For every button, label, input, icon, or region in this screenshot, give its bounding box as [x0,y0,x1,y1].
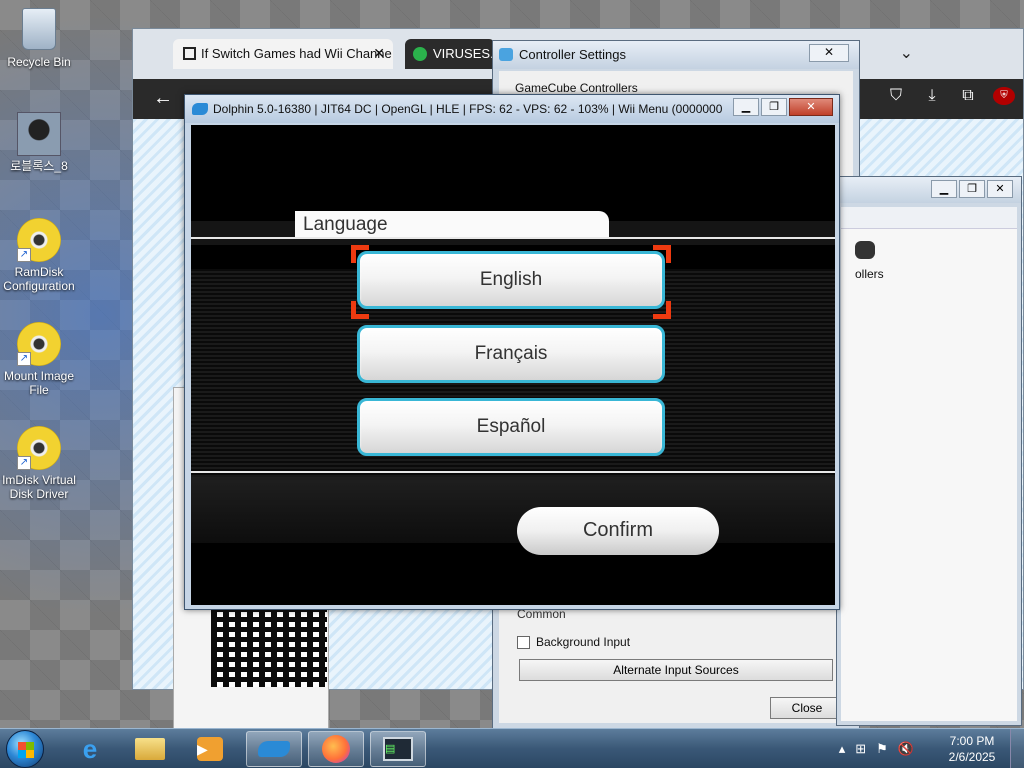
confirm-button[interactable]: Confirm [517,507,719,555]
desktop-icon-ramdisk-configuration[interactable]: ↗ RamDisk Configuration [0,218,78,293]
system-tray: ▴ ⊞ ⚑ 🔇 7:00 PM 2/6/2025 [839,729,1024,768]
show-hidden-icons-icon[interactable]: ▴ [839,741,846,757]
close-icon[interactable]: ✕ [789,98,833,116]
controller-settings-titlebar: Controller Settings ✕ [493,41,859,69]
close-icon[interactable]: ✕ [987,180,1013,198]
minimize-icon[interactable]: ▁ [733,98,759,116]
wii-screen[interactable]: Language English Français Español Confir… [191,125,835,605]
shortcut-arrow-icon: ↗ [17,352,31,366]
taskbar-firefox-button[interactable] [308,731,364,767]
desktop-icon-mount-image-file[interactable]: ↗ Mount Image File [0,322,78,397]
taskbar-dolphin-button[interactable] [246,731,302,767]
browser-tab-viruses[interactable]: VIRUSES.zip [405,39,495,69]
action-center-flag-icon[interactable]: ⚑ [876,741,888,757]
media-player-icon[interactable]: ▶ [182,731,238,767]
download-icon[interactable]: ⤓ [921,87,943,105]
gamecube-controllers-label: GameCube Controllers [515,81,638,95]
roblox-image-icon [17,112,61,156]
close-tab-icon[interactable]: ✕ [373,45,385,62]
qr-code-image [211,607,327,687]
desktop-icon-imdisk-driver[interactable]: ↗ ImDisk Virtual Disk Driver [0,426,78,501]
volume-muted-icon[interactable]: 🔇 [898,741,914,757]
disc-icon: ↗ [17,218,61,262]
disc-icon: ↗ [17,322,61,366]
windows-logo-icon [18,742,34,758]
window-close-button[interactable]: ✕ [809,44,849,62]
show-desktop-button[interactable] [1010,729,1024,768]
dolphin-main-window[interactable]: ▁ ❐ ✕ ollers [836,176,1022,726]
background-input-checkbox[interactable]: Background Input [517,635,630,649]
close-button[interactable]: Close [770,697,844,719]
network-icon[interactable]: ⊞ [855,741,866,757]
dolphin-icon [192,103,208,115]
alternate-input-sources-button[interactable]: Alternate Input Sources [519,659,833,681]
desktop-icon-recycle-bin[interactable]: Recycle Bin [0,8,78,69]
internet-explorer-icon[interactable]: e [62,731,118,767]
language-option-english[interactable]: English [357,251,665,309]
clock[interactable]: 7:00 PM 2/6/2025 [934,733,1010,765]
checkbox-box[interactable] [517,635,530,649]
taskbar-terminal-button[interactable]: ▤ [370,731,426,767]
file-explorer-icon[interactable] [122,731,178,767]
browser-tab-video[interactable]: If Switch Games had Wii Channe ✕ [173,39,393,69]
disc-icon: ↗ [17,426,61,470]
ublock-icon[interactable]: ⛨ [993,87,1015,105]
maximize-icon[interactable]: ❐ [761,98,787,116]
gamepad-icon [855,241,875,259]
maximize-icon[interactable]: ❐ [959,180,985,198]
dolphin-render-window[interactable]: Dolphin 5.0-16380 | JIT64 DC | OpenGL | … [184,94,840,610]
minimize-icon[interactable]: ▁ [931,180,957,198]
shortcut-arrow-icon: ↗ [17,248,31,262]
controllers-toolbar-label[interactable]: ollers [855,267,884,281]
desktop-icon-roblox[interactable]: 로블록스_8 [0,112,78,173]
back-arrow-icon[interactable]: ← [153,87,173,110]
pocket-icon[interactable]: ⛉ [885,87,907,105]
page-favicon-icon [183,47,196,60]
tab-favicon-icon [413,47,427,61]
language-option-francais[interactable]: Français [357,325,665,383]
extensions-icon[interactable]: ⧉ [957,87,979,105]
dolphin-app-icon [499,48,513,61]
language-header: Language [295,211,609,239]
taskbar: e ▶ ▤ ▴ ⊞ ⚑ 🔇 7:00 PM 2/6/2025 [0,728,1024,768]
shortcut-arrow-icon: ↗ [17,456,31,470]
recycle-bin-icon [17,8,61,52]
language-option-espanol[interactable]: Español [357,398,665,456]
tab-list-chevron-icon[interactable]: ⌄ [900,43,913,63]
start-button[interactable] [6,730,44,768]
